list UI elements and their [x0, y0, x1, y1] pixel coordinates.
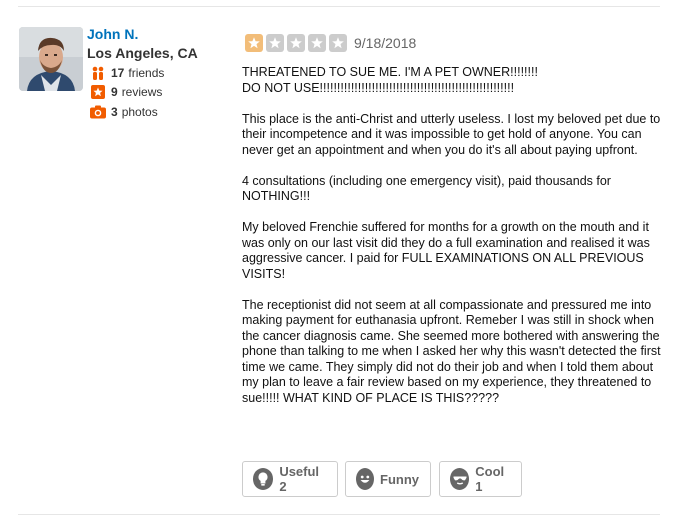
star-icon [245, 34, 263, 52]
photos-label: photos [121, 105, 158, 119]
star-icon [287, 34, 305, 52]
useful-button[interactable]: Useful 2 [242, 461, 338, 497]
reviews-label: reviews [121, 85, 163, 99]
review-date: 9/18/2018 [354, 35, 417, 51]
photos-stat: 3 photos [90, 104, 158, 120]
reviews-stat: 9 reviews [90, 84, 162, 100]
funny-label: Funny [380, 471, 419, 487]
star-icon [266, 34, 284, 52]
review-star-icon [90, 84, 106, 100]
cool-button[interactable]: Cool 1 [439, 461, 522, 497]
friends-icon [90, 65, 106, 81]
lightbulb-icon [253, 468, 274, 490]
reviews-count: 9 [111, 85, 118, 99]
photos-count: 3 [111, 105, 118, 119]
useful-label: Useful 2 [279, 464, 320, 494]
star-rating [245, 34, 350, 52]
bottom-divider [18, 514, 660, 515]
smiley-icon [356, 468, 374, 490]
star-icon [308, 34, 326, 52]
friends-label: friends [128, 66, 165, 80]
user-avatar[interactable] [19, 27, 83, 91]
user-name-link[interactable]: John N. [87, 26, 138, 42]
review-paragraph: This place is the anti-Christ and utterl… [242, 111, 661, 157]
avatar-photo [19, 27, 83, 91]
review-paragraph: My beloved Frenchie suffered for months … [242, 220, 650, 281]
review-paragraph: The receptionist did not seem at all com… [242, 297, 661, 405]
user-location: Los Angeles, CA [87, 45, 198, 61]
top-divider [18, 6, 660, 7]
friends-count: 17 [111, 66, 125, 80]
funny-button[interactable]: Funny [345, 461, 431, 497]
review-paragraph: THREATENED TO SUE ME. I'M A PET OWNER!!!… [242, 65, 538, 95]
sunglasses-icon [450, 468, 470, 490]
cool-label: Cool 1 [475, 464, 505, 494]
review-paragraph: 4 consultations (including one emergency… [242, 173, 611, 204]
star-icon [329, 34, 347, 52]
friends-stat: 17 friends [90, 65, 164, 81]
camera-icon [90, 104, 106, 120]
review-text: THREATENED TO SUE ME. I'M A PET OWNER!!!… [242, 65, 662, 422]
